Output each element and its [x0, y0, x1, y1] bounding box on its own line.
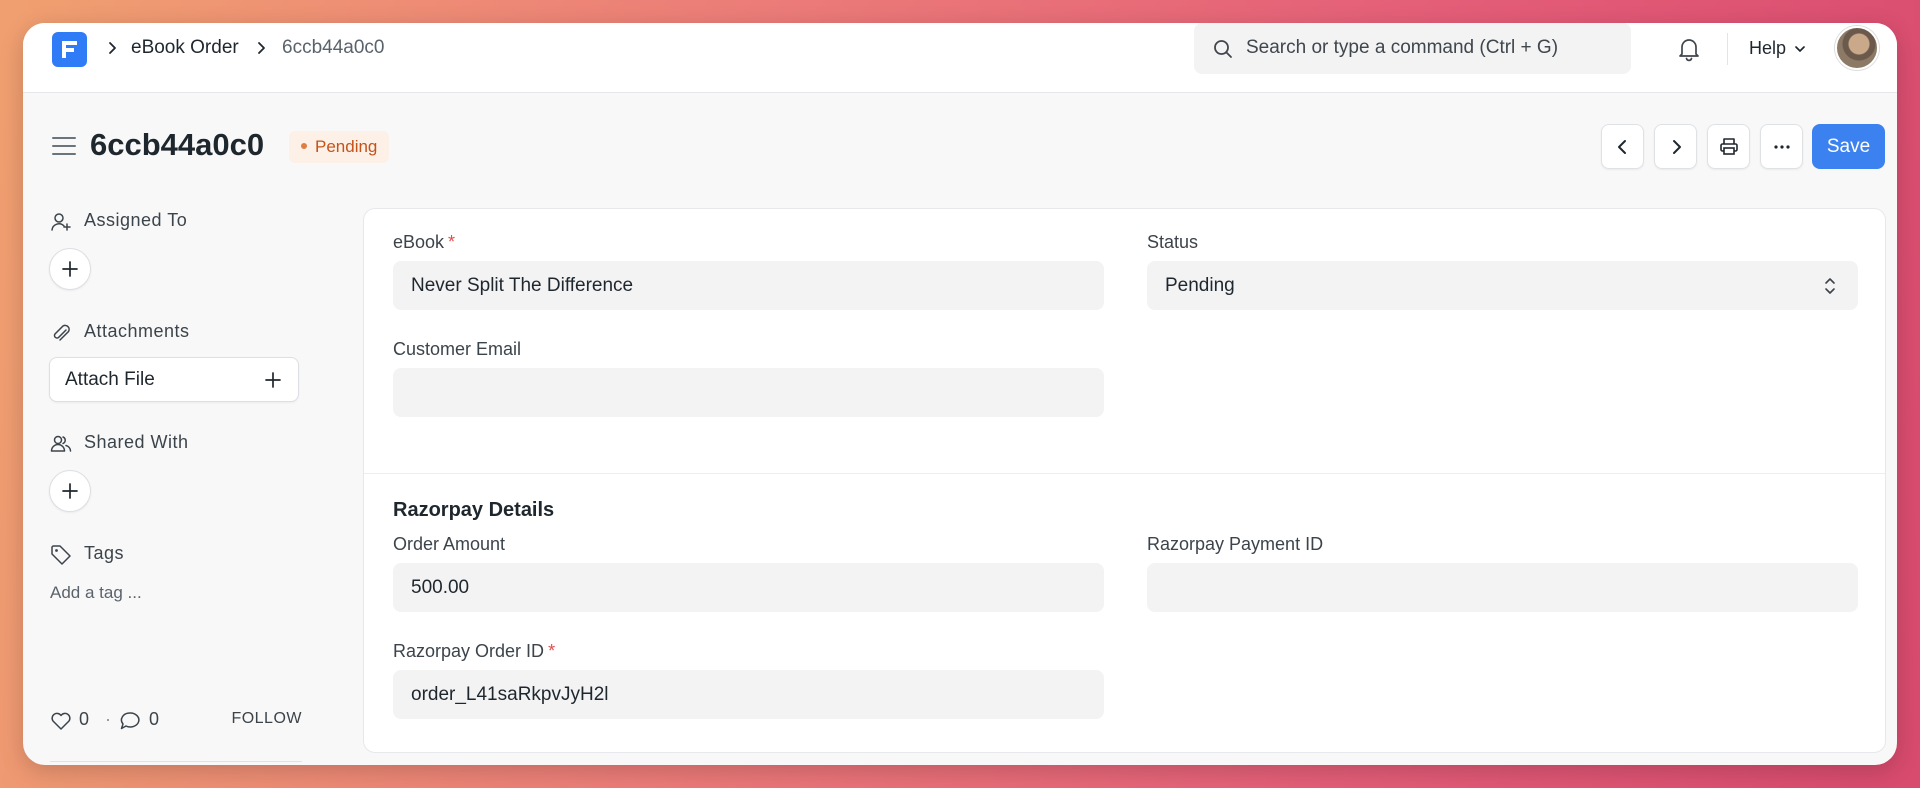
search-icon [1214, 40, 1232, 58]
required-asterisk: * [548, 641, 556, 661]
required-asterisk: * [448, 232, 456, 252]
users-icon [50, 435, 72, 452]
tag-icon [51, 545, 71, 565]
status-select[interactable]: Pending [1147, 261, 1858, 310]
search-input[interactable]: Search or type a command (Ctrl + G) [1194, 23, 1631, 74]
status-field-label: Status [1147, 232, 1199, 252]
order-id-field-label: Razorpay Order ID * [393, 641, 555, 662]
print-button[interactable] [1707, 124, 1750, 169]
previous-doc-button[interactable] [1601, 124, 1644, 169]
form-card: eBook * Never Split The Difference Status… [363, 208, 1886, 753]
add-tag-input[interactable]: Add a tag ... [50, 583, 142, 603]
tags-label: Tags [84, 543, 125, 563]
order-id-field[interactable]: order_L41saRkpvJyH2l [393, 670, 1104, 719]
attachments-label: Attachments [84, 321, 190, 341]
comment-icon[interactable] [119, 711, 141, 731]
chevron-right-icon [104, 40, 120, 56]
heart-icon[interactable] [50, 711, 72, 731]
footer-separator: · [105, 709, 111, 729]
ellipsis-icon [1773, 144, 1790, 149]
add-assignee-button[interactable] [49, 248, 91, 290]
attach-file-button[interactable]: Attach File [49, 357, 299, 402]
navbar: eBook Order 6ccb44a0c0 Search or type a … [23, 23, 1897, 93]
razorpay-section-title: Razorpay Details [393, 499, 555, 521]
likes-count: 0 [79, 709, 90, 729]
follow-button[interactable]: FOLLOW [231, 710, 302, 728]
add-share-button[interactable] [49, 470, 91, 512]
chevron-right-icon [1672, 139, 1681, 154]
plus-icon [265, 372, 281, 388]
order-amount-label: Order Amount [393, 534, 506, 554]
customer-email-field[interactable] [393, 368, 1104, 417]
ebook-field[interactable]: Never Split The Difference [393, 261, 1104, 310]
frappe-logo-icon [62, 41, 77, 58]
doc-social-footer: 0 · 0 FOLLOW [50, 709, 302, 733]
shared-with-label: Shared With [84, 432, 189, 452]
app-window: eBook Order 6ccb44a0c0 Search or type a … [23, 23, 1897, 765]
chevron-left-icon [1617, 139, 1626, 154]
search-placeholder: Search or type a command (Ctrl + G) [1246, 37, 1559, 58]
next-doc-button[interactable] [1654, 124, 1697, 169]
status-badge-label: Pending [315, 137, 378, 156]
chevron-down-icon[interactable] [1793, 42, 1807, 56]
customer-email-label: Customer Email [393, 339, 522, 359]
assigned-to-label: Assigned To [84, 210, 188, 230]
chevron-right-icon [253, 40, 269, 56]
save-button[interactable]: Save [1812, 124, 1885, 169]
sidebar-toggle-icon[interactable] [52, 136, 76, 156]
select-arrows-icon [1825, 278, 1835, 294]
plus-icon [62, 261, 78, 277]
status-select-value: Pending [1165, 275, 1235, 296]
order-amount-field[interactable]: 500.00 [393, 563, 1104, 612]
ebook-field-label: eBook * [393, 232, 455, 253]
more-actions-button[interactable] [1760, 124, 1803, 169]
user-avatar[interactable] [1835, 26, 1879, 70]
add-user-icon [51, 213, 71, 231]
section-divider [364, 473, 1885, 474]
printer-icon [1719, 137, 1738, 155]
navbar-divider [1727, 33, 1728, 65]
payment-id-field[interactable] [1147, 563, 1858, 612]
status-dot [301, 142, 307, 149]
payment-id-label: Razorpay Payment ID [1147, 534, 1324, 554]
ebook-label-text: eBook [393, 232, 445, 252]
notification-bell-icon[interactable] [1677, 36, 1701, 62]
comments-count: 0 [149, 709, 160, 729]
plus-icon [62, 483, 78, 499]
breadcrumb-current-doc[interactable]: 6ccb44a0c0 [282, 37, 384, 59]
status-badge: Pending [289, 131, 390, 163]
sidebar-divider [50, 761, 302, 762]
paperclip-icon [53, 324, 70, 341]
order-id-label-text: Razorpay Order ID [393, 641, 545, 661]
breadcrumb-ebook-order[interactable]: eBook Order [131, 37, 239, 59]
page-title: 6ccb44a0c0 [90, 127, 265, 162]
help-menu-button[interactable]: Help [1749, 38, 1786, 59]
app-logo[interactable] [52, 32, 87, 67]
attach-file-label: Attach File [65, 369, 155, 390]
